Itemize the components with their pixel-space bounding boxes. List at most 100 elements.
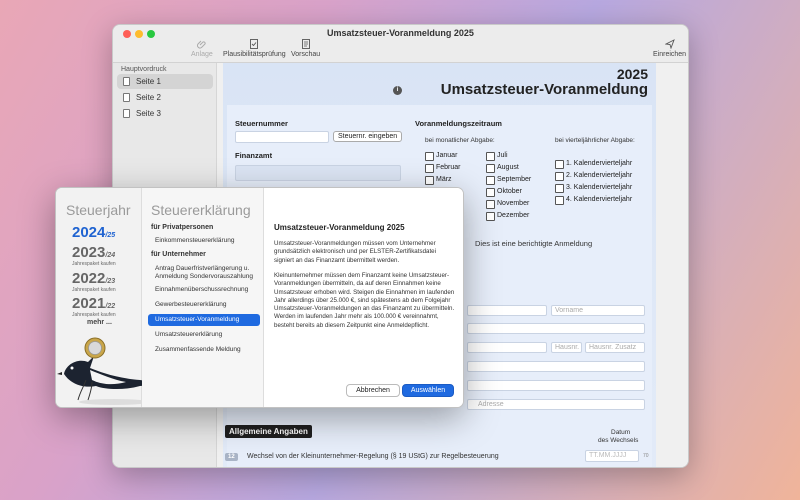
- monthly-label: bei monatlicher Abgabe:: [425, 137, 495, 144]
- window-title: Umsatzsteuer-Voranmeldung 2025: [327, 28, 474, 38]
- street-field[interactable]: [467, 342, 547, 353]
- attach-label: Anlage: [191, 51, 213, 58]
- wechsel-header: des Wechsels: [598, 437, 639, 444]
- form-option-ust-erklaerung[interactable]: Umsatzsteuererklärung: [148, 329, 260, 341]
- sidebar-item-page-2[interactable]: Seite 2: [117, 90, 213, 105]
- year-2021-item[interactable]: 2021/22: [72, 295, 115, 312]
- month-checkbox[interactable]: September: [486, 176, 531, 185]
- titlebar: Umsatzsteuer-Voranmeldung 2025 Anlage Pl…: [113, 25, 688, 63]
- name-field[interactable]: [467, 305, 547, 316]
- tax-form-type-column: Steuererklärung für Privatpersonen Einko…: [142, 188, 264, 407]
- year-suffix: /25: [105, 232, 116, 239]
- category-business-header: für Unternehmer: [151, 251, 206, 258]
- form-option-gewerbesteuer[interactable]: Gewerbesteuererklärung: [148, 299, 260, 311]
- month-checkbox[interactable]: Februar: [425, 164, 461, 173]
- month-checkbox[interactable]: Dezember: [486, 212, 529, 221]
- form-option-dauerfrist[interactable]: Antrag Dauerfristverlängerung u. Anmeldu…: [148, 263, 260, 283]
- submit-label: Einreichen: [653, 51, 687, 58]
- quarter-checkbox[interactable]: 4. Kalendervierteljahr: [555, 196, 632, 205]
- address-line-field[interactable]: [467, 323, 645, 334]
- category-private-header: für Privatpersonen: [151, 224, 214, 231]
- form-selection-dialog: Steuerjahr 2024/25 2023/24 Jahrespaket k…: [55, 187, 464, 408]
- month-checkbox[interactable]: August: [486, 164, 519, 173]
- quarter-checkbox[interactable]: 3. Kalendervierteljahr: [555, 184, 632, 193]
- form-option-zusammenfassende-meldung[interactable]: Zusammenfassende Meldung: [148, 344, 260, 356]
- document-icon: [123, 109, 130, 118]
- tax-form-type-header: Steuererklärung: [151, 202, 251, 218]
- description-panel: Umsatzsteuer-Voranmeldung 2025 Umsatzste…: [264, 188, 463, 407]
- phone-field[interactable]: [467, 380, 645, 391]
- vorname-field[interactable]: Vorname: [551, 305, 645, 316]
- buy-package-link[interactable]: Jahrespaket kaufen: [72, 287, 116, 293]
- description-paragraph-2: Kleinunternehmer müssen dem Finanzamt ke…: [274, 272, 455, 329]
- sidebar-item-label: Seite 3: [136, 109, 161, 118]
- year-2024-item[interactable]: 2024/25: [72, 224, 115, 241]
- year-number: 2024: [72, 224, 106, 241]
- finanzamt-field[interactable]: [235, 165, 401, 181]
- sidebar-item-page-1[interactable]: Seite 1: [117, 74, 213, 89]
- finanzamt-label: Finanzamt: [235, 151, 273, 160]
- berichtigt-label: Dies ist eine berichtigte Anmeldung: [475, 239, 593, 248]
- month-checkbox[interactable]: Juli: [486, 152, 508, 161]
- steuernummer-label: Steuernummer: [235, 119, 288, 128]
- buy-package-link[interactable]: Jahrespaket kaufen: [72, 312, 116, 318]
- buy-package-link[interactable]: Jahrespaket kaufen: [72, 261, 116, 267]
- datum-header: Datum: [611, 429, 631, 436]
- year-suffix: /22: [105, 303, 116, 310]
- cancel-button[interactable]: Abbrechen: [346, 384, 400, 397]
- month-checkbox[interactable]: November: [486, 200, 529, 209]
- description-title: Umsatzsteuer-Voranmeldung 2025: [274, 223, 405, 232]
- send-icon: [664, 39, 675, 49]
- form-option-ust-voranmeldung[interactable]: Umsatzsteuer-Voranmeldung: [148, 314, 260, 326]
- form-year: 2025: [616, 66, 648, 82]
- document-icon: [123, 93, 130, 102]
- hausnr-zusatz-field[interactable]: Hausnr. Zusatz: [585, 342, 645, 353]
- year-suffix: /24: [105, 252, 116, 259]
- checklist-icon: [250, 39, 259, 49]
- city-field[interactable]: [467, 361, 645, 372]
- steuernummer-field[interactable]: [235, 131, 329, 143]
- month-checkbox[interactable]: März: [425, 176, 452, 185]
- email-field[interactable]: Adresse: [467, 399, 645, 410]
- info-icon[interactable]: i: [393, 86, 402, 95]
- row-number: 12: [225, 453, 238, 461]
- row-12-text: Wechsel von der Kleinunternehmer-Regelun…: [247, 453, 499, 460]
- quarter-checkbox[interactable]: 1. Kalendervierteljahr: [555, 160, 632, 169]
- year-2023-item[interactable]: 2023/24: [72, 244, 115, 261]
- more-years-link[interactable]: mehr ...: [87, 319, 112, 326]
- month-checkbox[interactable]: Januar: [425, 152, 457, 161]
- sidebar-header: Hauptvordruck: [121, 66, 167, 73]
- sidebar-item-label: Seite 1: [136, 77, 161, 86]
- tax-year-column: Steuerjahr 2024/25 2023/24 Jahrespaket k…: [56, 188, 166, 407]
- plausibility-check-button[interactable]: Plausibilitätsprüfung: [223, 39, 286, 58]
- year-2022-item[interactable]: 2022/23: [72, 270, 115, 287]
- submit-button[interactable]: Einreichen: [653, 39, 686, 58]
- steuernummer-button[interactable]: Steuernr. eingeben: [333, 131, 403, 142]
- preview-label: Vorschau: [291, 51, 321, 58]
- description-paragraph-1: Umsatzsteuer-Voranmeldungen müssen vom U…: [274, 240, 436, 264]
- quarterly-label: bei vierteljährlicher Abgabe:: [555, 137, 635, 144]
- attach-button[interactable]: Anlage: [191, 39, 213, 58]
- month-checkbox[interactable]: Oktober: [486, 188, 522, 197]
- select-button[interactable]: Auswählen: [402, 384, 454, 397]
- form-option-einkommensteuer[interactable]: Einkommensteuererklärung: [148, 235, 260, 247]
- zeitraum-label: Voranmeldungszeitraum: [415, 119, 502, 128]
- year-number: 2021: [72, 295, 106, 312]
- plausibility-check-label: Plausibilitätsprüfung: [223, 51, 286, 58]
- allgemeine-angaben-header: Allgemeine Angaben: [225, 425, 312, 438]
- form-option-euer[interactable]: Einnahmenüberschussrechnung: [148, 284, 260, 296]
- row-12-code: 70: [643, 453, 649, 459]
- year-number: 2023: [72, 244, 106, 261]
- year-number: 2022: [72, 270, 106, 287]
- preview-button[interactable]: Vorschau: [291, 39, 320, 58]
- tax-year-header: Steuerjahr: [66, 202, 131, 218]
- wechsel-date-field[interactable]: TT.MM.JJJJ: [585, 450, 639, 462]
- year-suffix: /23: [105, 278, 116, 285]
- quarter-checkbox[interactable]: 2. Kalendervierteljahr: [555, 172, 632, 181]
- sidebar-item-label: Seite 2: [136, 93, 161, 102]
- preview-icon: [301, 39, 310, 49]
- document-icon: [123, 77, 130, 86]
- sidebar-item-page-3[interactable]: Seite 3: [117, 106, 213, 121]
- hausnr-field[interactable]: Hausnr.: [551, 342, 582, 353]
- attachment-icon: [196, 40, 206, 49]
